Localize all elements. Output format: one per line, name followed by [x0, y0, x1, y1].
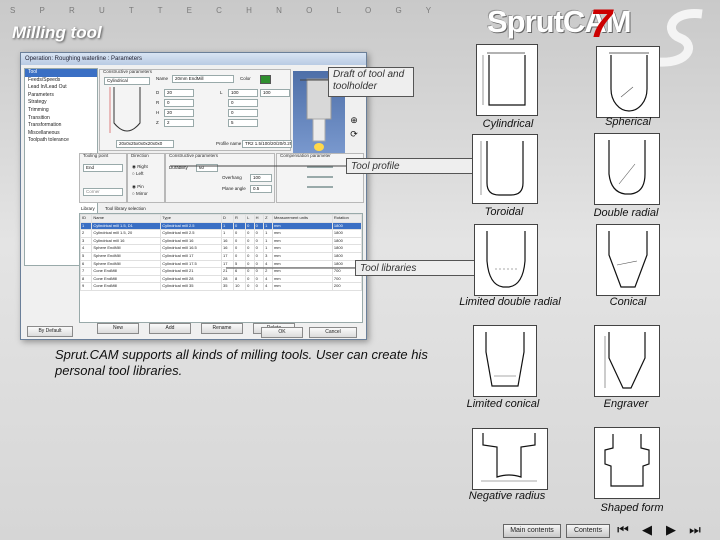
- shaped-form-tool-icon: [604, 434, 650, 487]
- tool-card-cylindrical: [476, 44, 538, 116]
- caption-negative-radius: Negative radius: [468, 490, 546, 502]
- caption-conical: Conical: [609, 296, 647, 308]
- callout-draft: Draft of tool and toolholder: [328, 67, 414, 97]
- main-contents-button[interactable]: Main contents: [503, 524, 561, 538]
- next-slide-icon[interactable]: ▶: [662, 523, 680, 537]
- limited-double-radial-tool-icon: [486, 231, 526, 288]
- previous-slide-icon[interactable]: ◀: [638, 523, 656, 537]
- contents-button[interactable]: Contents: [566, 524, 610, 538]
- tool-card-conical: [596, 224, 660, 296]
- tool-card-engraver: [594, 325, 660, 397]
- negative-radius-tool-icon: [481, 433, 537, 482]
- tool-card-toroidal: [472, 134, 538, 204]
- tool-card-negative-radius: [472, 428, 548, 490]
- double-radial-tool-icon: [608, 140, 646, 195]
- description-text: Sprut.CAM supports all kinds of milling …: [55, 347, 428, 378]
- first-slide-icon[interactable]: ⏮: [614, 523, 632, 537]
- spherical-tool-icon: [609, 52, 649, 112]
- cylindrical-tool-icon: [482, 52, 526, 106]
- tool-card-double-radial: [594, 133, 660, 205]
- callout-libraries: Tool libraries: [355, 260, 485, 276]
- tool-card-limited-conical: [473, 325, 537, 397]
- caption-engraver: Engraver: [603, 398, 649, 410]
- tool-card-spherical: [596, 46, 660, 118]
- caption-double-radial: Double radial: [593, 207, 659, 219]
- tool-card-shaped-form: [594, 427, 660, 499]
- caption-cylindrical: Cylindrical: [482, 118, 534, 130]
- caption-shaped-form: Shaped form: [600, 502, 664, 514]
- conical-tool-icon: [608, 231, 648, 288]
- tool-card-limited-double-radial: [474, 224, 538, 296]
- engraver-tool-icon: [604, 332, 646, 389]
- last-slide-icon[interactable]: ⏭: [686, 523, 704, 537]
- caption-limited-double-radial: Limited double radial: [459, 296, 561, 308]
- caption-toroidal: Toroidal: [484, 206, 524, 218]
- toroidal-tool-icon: [480, 141, 524, 196]
- callout-profile: Tool profile: [346, 158, 476, 174]
- limited-conical-tool-icon: [485, 332, 525, 387]
- caption-limited-conical: Limited conical: [466, 398, 540, 410]
- caption-spherical: Spherical: [605, 116, 651, 128]
